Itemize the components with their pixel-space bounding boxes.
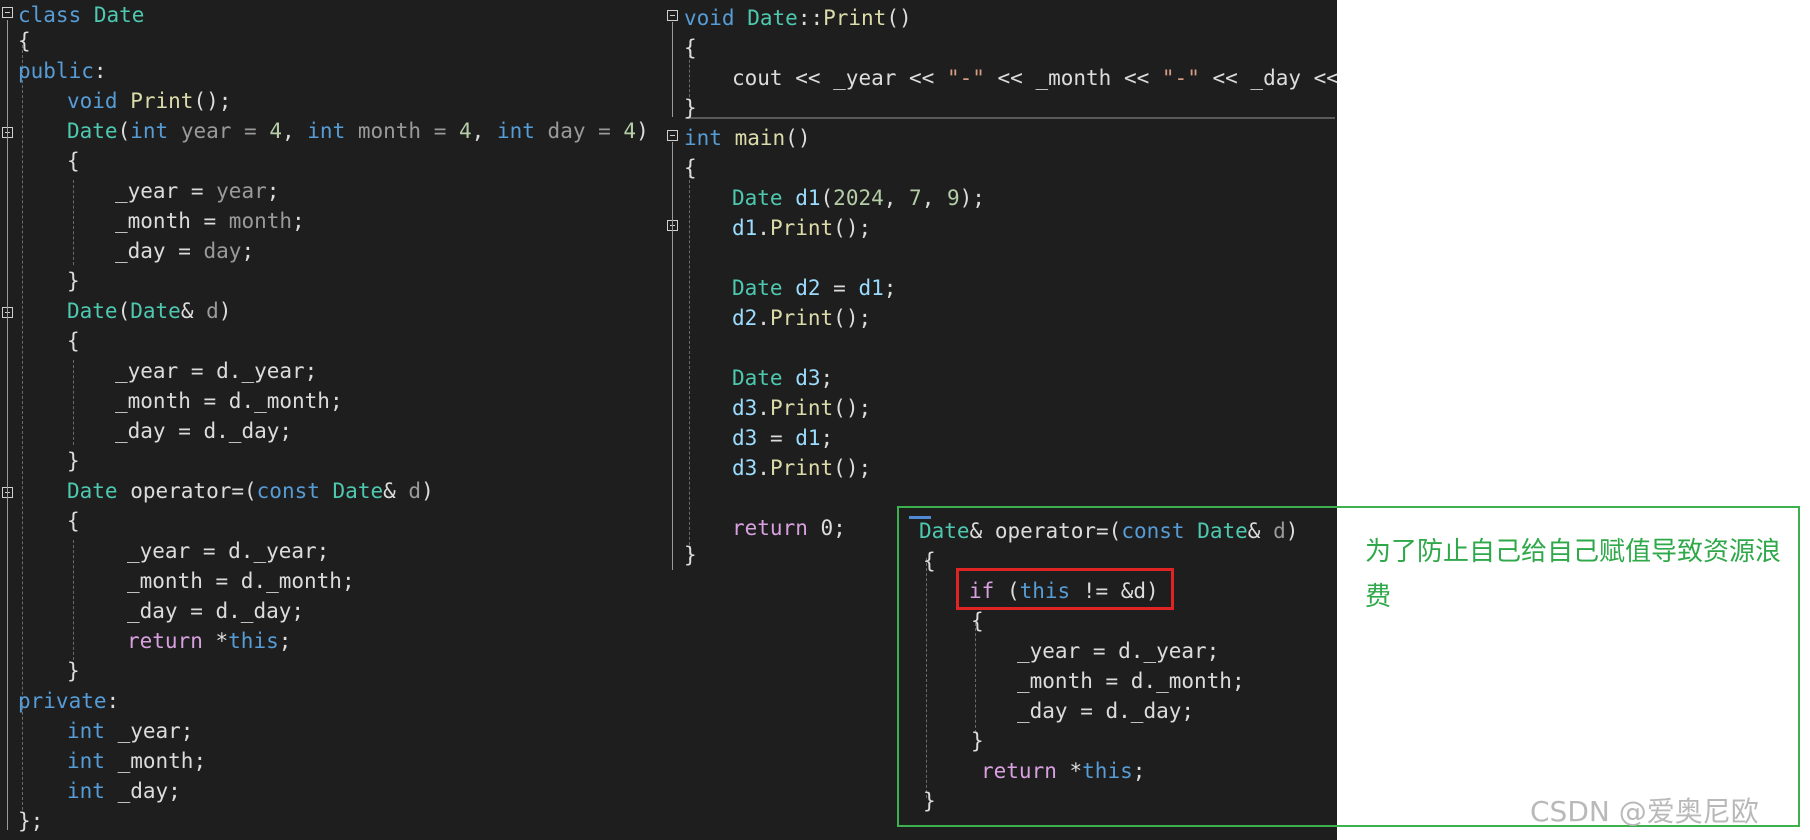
code-line-op-month: _month = d._month; <box>127 569 355 593</box>
code-line-brace: { <box>67 509 80 533</box>
code-line-assign-month: _month = month; <box>115 209 305 233</box>
code-line-d1-decl: Date d1(2024, 7, 9); <box>732 186 985 210</box>
indent-guide <box>73 180 74 265</box>
code-line-operator: Date operator=(const Date& d) <box>67 479 434 503</box>
code-line-d1-print: d1.Print(); <box>732 216 872 240</box>
code-line-d3-decl: Date d3; <box>732 366 834 390</box>
code-line-copy-month: _month = d._month; <box>115 389 343 413</box>
callout-line-operator: Date& operator=(const Date& d) <box>919 519 1299 543</box>
callout-line-brace-close: } <box>971 729 984 753</box>
callout-line-brace-close: } <box>923 789 936 813</box>
left-code-editor[interactable]: class Date { public: void Print(); Date(… <box>0 0 667 840</box>
code-line-class: class Date <box>18 3 145 27</box>
code-line-d2-print: d2.Print(); <box>732 306 872 330</box>
code-line-assign-year: _year = year; <box>115 179 280 203</box>
fold-guide <box>672 142 673 570</box>
code-line-brace: { <box>684 156 697 180</box>
code-line-op-day: _day = d._day; <box>127 599 305 623</box>
callout-line-day: _day = d._day; <box>1017 699 1195 723</box>
code-line-brace-close: } <box>684 543 697 567</box>
code-line-copy-ctor: Date(Date& d) <box>67 299 232 323</box>
code-line-brace-close: } <box>67 449 80 473</box>
indent-guide <box>73 540 74 660</box>
code-line-brace-close: } <box>67 659 80 683</box>
callout-line-brace: { <box>971 609 984 633</box>
fold-guide <box>7 20 8 830</box>
code-line-member-year: int _year; <box>67 719 194 743</box>
code-line-copy-day: _day = d._day; <box>115 419 293 443</box>
code-line-ctor: Date(int year = 4, int month = 4, int da… <box>67 119 649 143</box>
code-line-brace-close: } <box>67 269 80 293</box>
code-line-brace: { <box>67 329 80 353</box>
code-line-brace: { <box>18 29 31 53</box>
code-line-return: return 0; <box>732 516 846 540</box>
code-line-brace: { <box>67 149 80 173</box>
code-line-copy-year: _year = d._year; <box>115 359 318 383</box>
code-line-print-def: void Date::Print() <box>684 6 912 30</box>
indent-guide <box>73 360 74 445</box>
self-assignment-check-highlight <box>956 568 1174 610</box>
code-line-assign-day: _day = day; <box>115 239 255 263</box>
code-line-brace: { <box>684 36 697 60</box>
watermark: CSDN @爱奥尼欧 <box>1530 795 1759 828</box>
code-line-member-month: int _month; <box>67 749 207 773</box>
function-separator <box>685 117 1335 119</box>
code-line-print-decl: void Print(); <box>67 89 232 113</box>
code-line-d3-assign: d3 = d1; <box>732 426 834 450</box>
code-line-class-close: }; <box>18 809 44 833</box>
callout-line-month: _month = d._month; <box>1017 669 1245 693</box>
indent-guide <box>975 623 976 733</box>
fold-toggle-icon[interactable] <box>667 10 678 21</box>
callout-line-brace: { <box>923 549 936 573</box>
indent-guide <box>926 558 927 798</box>
callout-line-year: _year = d._year; <box>1017 639 1220 663</box>
code-line-op-return: return *this; <box>127 629 292 653</box>
fold-toggle-icon[interactable] <box>667 130 678 141</box>
annotation-text: 为了防止自己给自己赋值导致资源浪费 <box>1365 537 1782 612</box>
code-line-d3-print-2: d3.Print(); <box>732 456 872 480</box>
callout-line-return: return *this; <box>981 759 1146 783</box>
fold-guide <box>672 22 673 117</box>
code-line-op-year: _year = d._year; <box>127 539 330 563</box>
code-line-member-day: int _day; <box>67 779 181 803</box>
fold-toggle-icon[interactable] <box>2 7 13 18</box>
indent-guide <box>689 165 690 560</box>
callout-code-panel: Date& operator=(const Date& d) { if (thi… <box>899 508 1337 825</box>
code-line-d3-print: d3.Print(); <box>732 396 872 420</box>
code-line-d2-decl: Date d2 = d1; <box>732 276 897 300</box>
code-line-public: public: <box>18 59 107 83</box>
code-line-private: private: <box>18 689 120 713</box>
code-line-main: int main() <box>684 126 811 150</box>
code-line-cout: cout << _year << "-" << _month << "-" <<… <box>732 66 1337 90</box>
code-line-brace-close: } <box>684 96 697 120</box>
